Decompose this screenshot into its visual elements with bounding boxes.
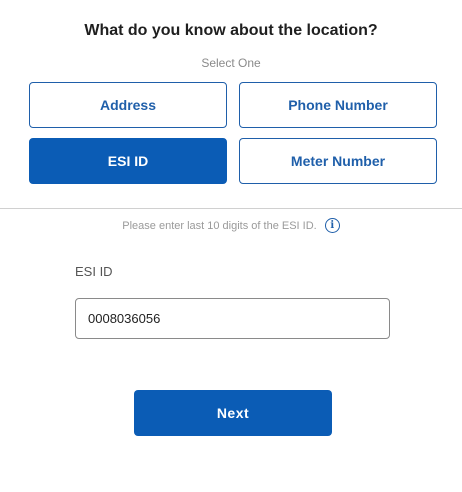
phone-number-option-button[interactable]: Phone Number xyxy=(239,82,437,128)
section-divider xyxy=(0,208,462,209)
esi-id-option-button[interactable]: ESI ID xyxy=(29,138,227,184)
meter-number-option-button[interactable]: Meter Number xyxy=(239,138,437,184)
esi-hint-text: Please enter last 10 digits of the ESI I… xyxy=(122,219,317,232)
esi-id-field-label: ESI ID xyxy=(75,264,113,279)
address-option-button[interactable]: Address xyxy=(29,82,227,128)
select-one-label: Select One xyxy=(201,56,261,70)
esi-hint: Please enter last 10 digits of the ESI I… xyxy=(0,218,462,233)
page-title: What do you know about the location? xyxy=(84,22,378,39)
location-lookup-form: What do you know about the location? Sel… xyxy=(0,0,462,492)
esi-id-input[interactable] xyxy=(75,298,390,339)
info-icon[interactable]: i xyxy=(324,218,340,233)
next-button[interactable]: Next xyxy=(134,390,332,436)
